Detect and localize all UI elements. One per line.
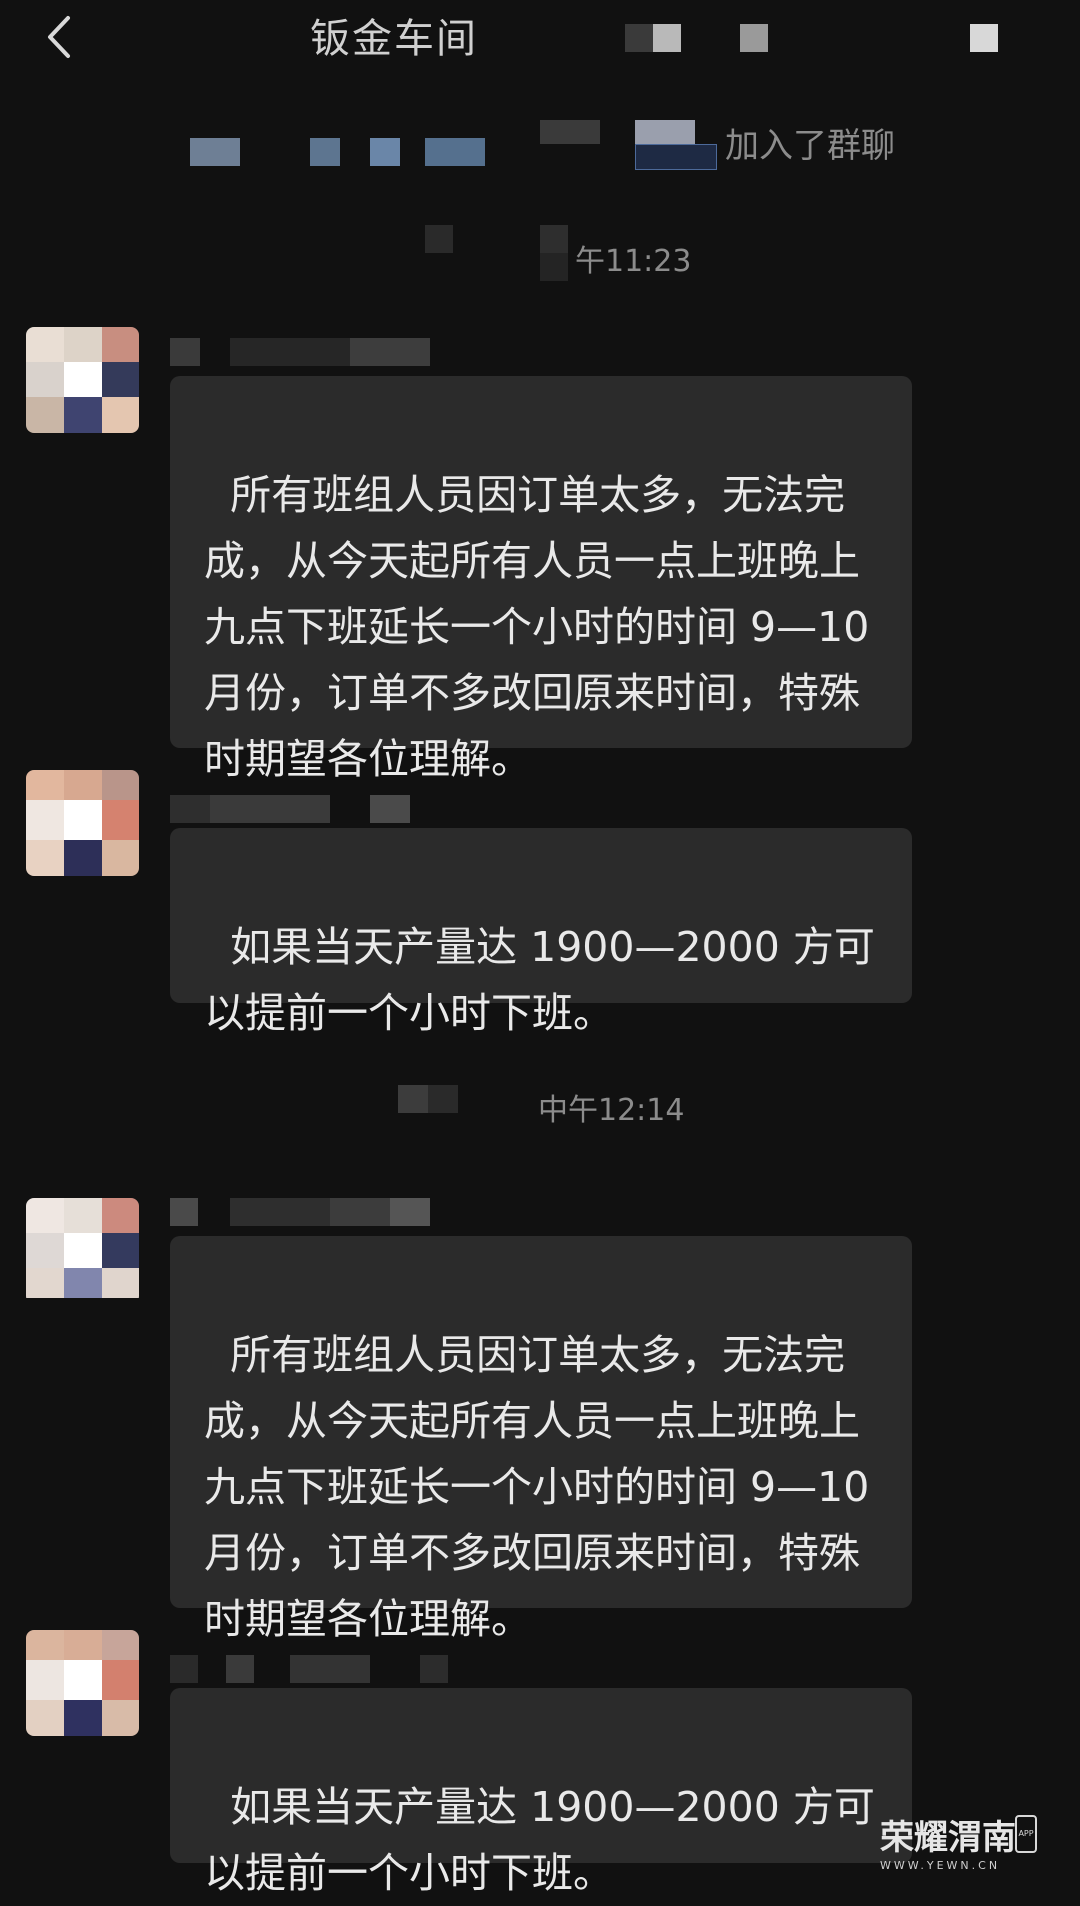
pixelated-member-names bbox=[170, 120, 720, 172]
more-icon[interactable] bbox=[968, 22, 1000, 54]
sender-name bbox=[170, 1655, 470, 1685]
message-bubble[interactable]: 如果当天产量达 1900—2000 方可以提前一个小时下班。 bbox=[170, 1688, 912, 1897]
watermark-logo: 荣耀渭南 WWW.YEWN.CN bbox=[880, 1810, 1030, 1872]
sender-name bbox=[170, 338, 470, 368]
timestamp: 中午12:14 bbox=[538, 1093, 685, 1128]
watermark-app-icon: APP bbox=[1015, 1815, 1037, 1853]
message-text: 所有班组人员因订单太多，无法完成，从今天起所有人员一点上班晚上九点下班延长一个小… bbox=[204, 471, 883, 783]
watermark-sub-text: WWW.YEWN.CN bbox=[880, 1859, 1001, 1872]
message-text: 如果当天产量达 1900—2000 方可以提前一个小时下班。 bbox=[204, 1783, 875, 1897]
avatar[interactable] bbox=[26, 770, 139, 876]
pixelated-date bbox=[425, 225, 575, 285]
message-text: 如果当天产量达 1900—2000 方可以提前一个小时下班。 bbox=[204, 923, 875, 1037]
chat-title: 钣金车间 bbox=[310, 16, 478, 62]
message-bubble[interactable]: 所有班组人员因订单太多，无法完成，从今天起所有人员一点上班晚上九点下班延长一个小… bbox=[170, 1236, 912, 1643]
watermark-main-text: 荣耀渭南 bbox=[880, 1818, 1016, 1858]
pixelated-date bbox=[398, 1085, 538, 1115]
message-bubble[interactable]: 所有班组人员因订单太多，无法完成，从今天起所有人员一点上班晚上九点下班延长一个小… bbox=[170, 376, 912, 783]
header-pixelated-area bbox=[625, 22, 768, 54]
watermark-app-label: APP bbox=[1018, 1829, 1034, 1838]
message-text: 所有班组人员因订单太多，无法完成，从今天起所有人员一点上班晚上九点下班延长一个小… bbox=[204, 1331, 883, 1643]
avatar[interactable] bbox=[26, 1630, 139, 1736]
message-bubble[interactable]: 如果当天产量达 1900—2000 方可以提前一个小时下班。 bbox=[170, 828, 912, 1037]
chat-header: 钣金车间 bbox=[0, 0, 1080, 80]
avatar[interactable] bbox=[26, 1198, 139, 1304]
system-join-text: 加入了群聊 bbox=[725, 126, 895, 166]
sender-name bbox=[170, 795, 470, 825]
timestamp: 午11:23 bbox=[575, 244, 692, 279]
avatar[interactable] bbox=[26, 327, 139, 433]
chevron-left-icon bbox=[48, 16, 70, 58]
sender-name bbox=[170, 1198, 470, 1228]
back-button[interactable] bbox=[40, 12, 80, 62]
